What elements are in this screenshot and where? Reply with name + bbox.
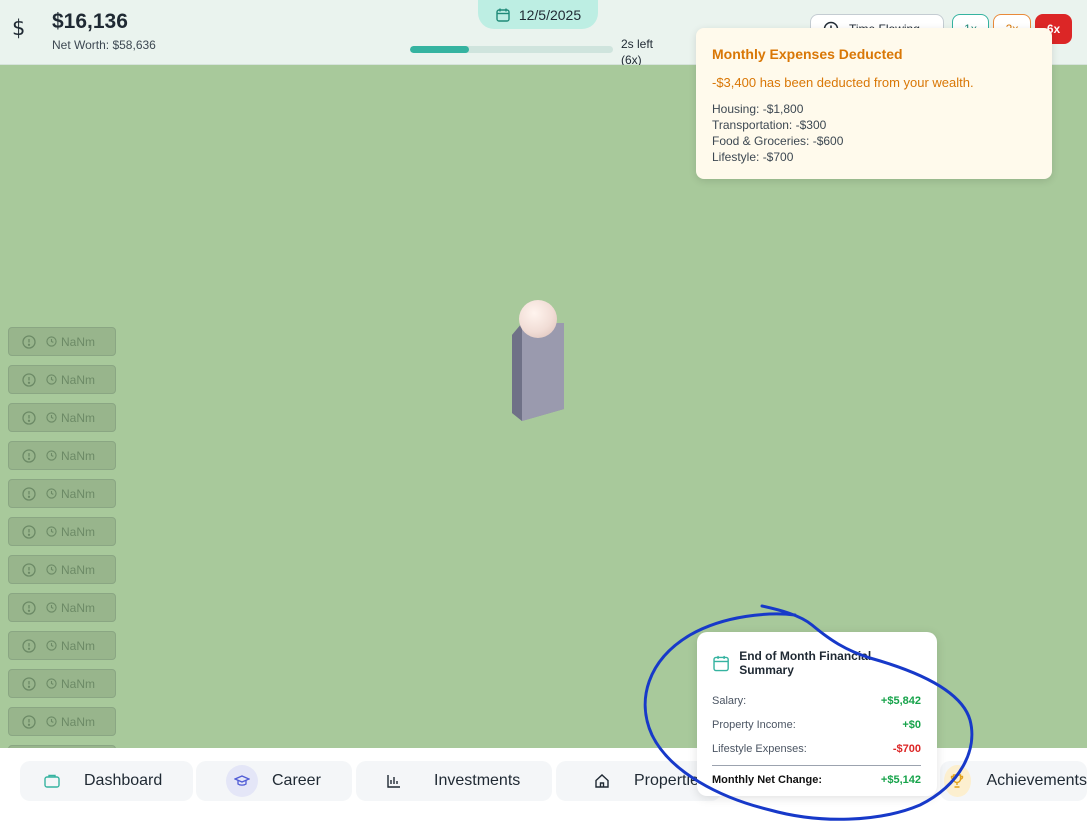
notification-item[interactable]: NaNm xyxy=(8,669,116,698)
tab-career[interactable]: Career xyxy=(196,761,352,801)
graduation-cap-icon xyxy=(226,765,258,797)
toast-line-lifestyle: Lifestyle: -$700 xyxy=(712,150,794,164)
alert-icon xyxy=(22,638,36,653)
toast-line-food: Food & Groceries: -$600 xyxy=(712,134,844,148)
date-pill: 12/5/2025 xyxy=(478,0,598,29)
summary-divider xyxy=(712,765,921,766)
alert-icon xyxy=(22,714,36,729)
notification-time: NaNm xyxy=(61,410,96,425)
clock-icon xyxy=(46,336,57,347)
notification-time: NaNm xyxy=(61,600,96,615)
notification-item[interactable]: NaNm xyxy=(8,631,116,660)
notification-item[interactable]: NaNm xyxy=(8,365,116,394)
dollar-icon: $ xyxy=(12,16,26,40)
character-head xyxy=(519,300,557,338)
bar-chart-icon xyxy=(386,765,402,797)
clock-icon xyxy=(46,564,57,575)
notification-item[interactable]: NaNm xyxy=(8,517,116,546)
summary-row-property-income: Property Income: +$0 xyxy=(712,719,921,731)
summary-row-lifestyle: Lifestyle Expenses: -$700 xyxy=(712,743,921,755)
tab-achievements[interactable]: Achievements xyxy=(940,761,1087,801)
notification-item[interactable]: NaNm xyxy=(8,403,116,432)
expenses-toast: Monthly Expenses Deducted -$3,400 has be… xyxy=(696,28,1052,179)
notification-item[interactable]: NaNm xyxy=(8,555,116,584)
notification-item[interactable]: NaNm xyxy=(8,707,116,736)
tab-investments[interactable]: Investments xyxy=(356,761,552,801)
alert-icon xyxy=(22,410,36,425)
notification-item[interactable]: NaNm xyxy=(8,441,116,470)
month-progress-bar xyxy=(410,46,613,53)
tab-dashboard[interactable]: Dashboard xyxy=(20,761,193,801)
alert-icon xyxy=(22,334,36,349)
alert-icon xyxy=(22,676,36,691)
notification-item[interactable]: NaNm xyxy=(8,327,116,356)
clock-icon xyxy=(46,450,57,461)
notification-time: NaNm xyxy=(61,372,96,387)
clock-icon xyxy=(46,374,57,385)
notification-time: NaNm xyxy=(61,486,96,501)
clock-icon xyxy=(46,678,57,689)
alert-icon xyxy=(22,486,36,501)
alert-icon xyxy=(22,562,36,577)
clock-icon xyxy=(46,716,57,727)
notification-time: NaNm xyxy=(61,638,96,653)
month-progress-fill xyxy=(410,46,469,53)
toast-line-housing: Housing: -$1,800 xyxy=(712,102,804,116)
clock-icon xyxy=(46,526,57,537)
clock-icon xyxy=(46,488,57,499)
month-summary-card: End of Month Financial Summary Salary: +… xyxy=(697,632,937,796)
summary-row-salary: Salary: +$5,842 xyxy=(712,695,921,707)
notification-item[interactable]: NaNm xyxy=(8,593,116,622)
home-icon xyxy=(594,765,610,797)
summary-total: Monthly Net Change: +$5,142 xyxy=(712,774,921,786)
calendar-icon xyxy=(496,8,510,22)
notification-time: NaNm xyxy=(61,448,96,463)
alert-icon xyxy=(22,600,36,615)
clock-icon xyxy=(46,412,57,423)
summary-title: End of Month Financial Summary xyxy=(739,649,872,677)
alert-icon xyxy=(22,372,36,387)
time-left: 2s left (6x) xyxy=(621,37,654,67)
notification-time: NaNm xyxy=(61,562,96,577)
notification-time: NaNm xyxy=(61,334,96,349)
notification-time: NaNm xyxy=(61,676,96,691)
toast-line-transportation: Transportation: -$300 xyxy=(712,118,827,132)
alert-icon xyxy=(22,524,36,539)
cash-balance: $16,136 xyxy=(52,10,128,33)
toast-message: -$3,400 has been deducted from your weal… xyxy=(712,75,974,90)
briefcase-icon xyxy=(36,765,68,797)
current-date: 12/5/2025 xyxy=(518,6,582,23)
notification-time: NaNm xyxy=(61,714,96,729)
alert-icon xyxy=(22,448,36,463)
notification-time: NaNm xyxy=(61,524,96,539)
trophy-icon xyxy=(944,765,971,797)
toast-title: Monthly Expenses Deducted xyxy=(712,46,903,62)
clock-icon xyxy=(46,602,57,613)
clock-icon xyxy=(46,640,57,651)
net-worth: Net Worth: $58,636 xyxy=(52,38,156,52)
notification-item[interactable]: NaNm xyxy=(8,479,116,508)
calendar-icon xyxy=(713,655,729,671)
